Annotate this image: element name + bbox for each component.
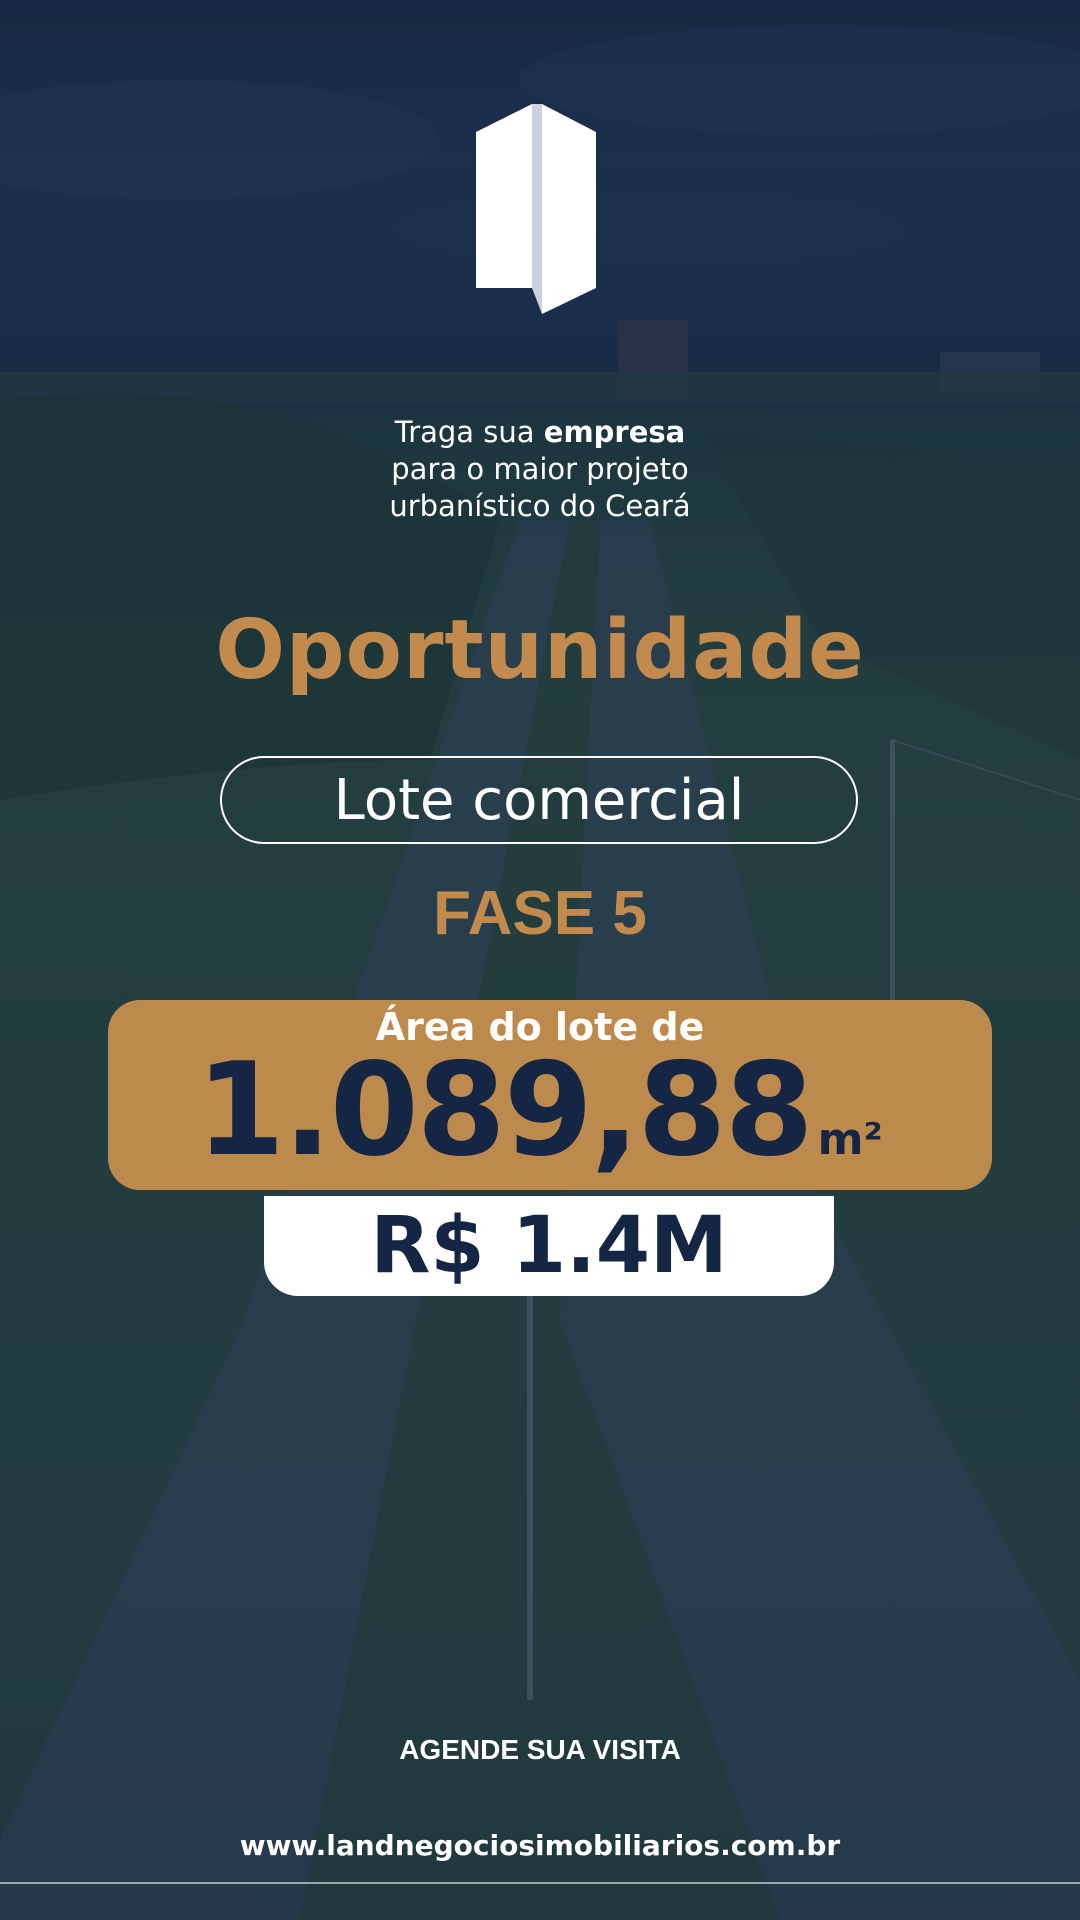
phase-label: FASE 5 [433, 879, 647, 948]
website-link[interactable]: www.landnegociosimobiliarios.com.br [0, 1826, 1080, 1866]
price-badge: R$ 1.4M [264, 1196, 834, 1296]
price-value: R$ 1.4M [370, 1201, 728, 1291]
tagline: Traga sua empresa para o maior projeto u… [389, 415, 691, 523]
lot-type-badge: Lote comercial [220, 756, 858, 844]
headline: Oportunidade [215, 603, 865, 698]
area-number: 1.089,88 [196, 1036, 814, 1185]
area-value: 1.089,88 m² [196, 1036, 896, 1186]
company-logo-icon [476, 104, 596, 314]
lot-type-label: Lote comercial [333, 767, 745, 833]
area-unit: m² [817, 1114, 883, 1165]
footer-divider [0, 1882, 1080, 1884]
tagline-bold: empresa [543, 415, 686, 449]
cta-text: AGENDE SUA VISITA [399, 1734, 681, 1765]
